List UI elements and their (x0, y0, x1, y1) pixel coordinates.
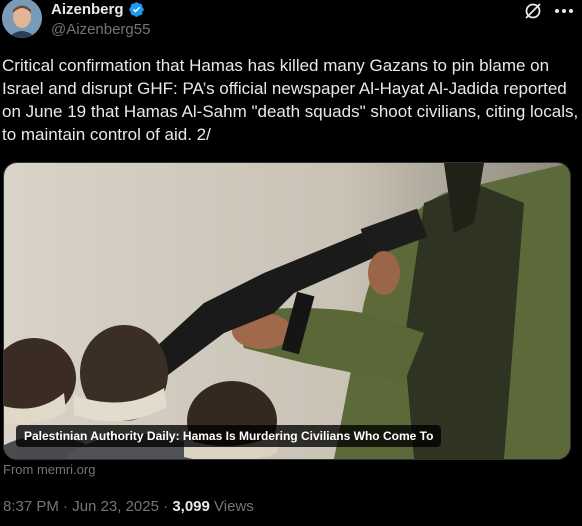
views-label: Views (214, 498, 254, 515)
more-options-icon[interactable] (553, 3, 575, 19)
grok-icon[interactable] (523, 1, 543, 21)
display-name-text[interactable]: Aizenberg (51, 1, 124, 18)
avatar[interactable] (2, 0, 42, 38)
tweet-date[interactable]: Jun 23, 2025 (72, 498, 159, 515)
media-card[interactable]: Palestinian Authority Daily: Hamas Is Mu… (3, 162, 571, 460)
tweet-meta: 8:37 PM · Jun 23, 2025 · 3,099 Views (3, 498, 254, 515)
tweet-text: Critical confirmation that Hamas has kil… (2, 56, 579, 144)
meta-separator: · (63, 498, 69, 515)
author-display-name[interactable]: Aizenberg (51, 1, 145, 18)
tweet-time[interactable]: 8:37 PM (3, 498, 59, 515)
meta-separator: · (163, 498, 169, 515)
media-source[interactable]: From memri.org (3, 462, 95, 477)
author-handle[interactable]: @Aizenberg55 (51, 21, 150, 38)
media-image (4, 163, 570, 459)
media-caption: Palestinian Authority Daily: Hamas Is Mu… (16, 425, 442, 447)
verified-icon (128, 2, 144, 17)
views-count: 3,099 (172, 498, 210, 515)
